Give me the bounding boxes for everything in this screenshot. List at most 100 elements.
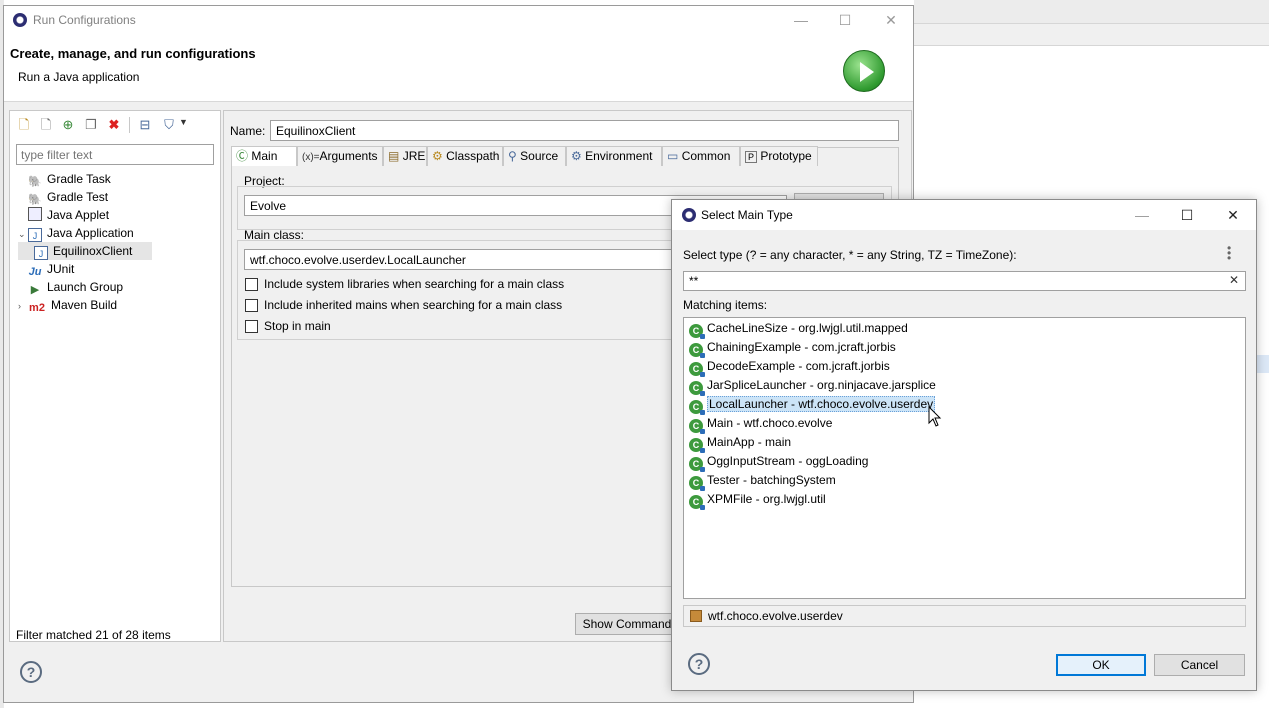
filter-input[interactable] bbox=[16, 144, 214, 165]
run-icon bbox=[843, 50, 885, 92]
window-title: Run Configurations bbox=[33, 13, 136, 27]
configuration-tree-panel: 🗋 🗋 ⊕ ❐ ✖ ⊟ ⛉ ▼ 🐘 Gradle Task 🐘 Gradle Tes… bbox=[9, 110, 221, 642]
ok-button[interactable]: OK bbox=[1056, 654, 1146, 676]
tree-item-java-applet[interactable]: Java Applet bbox=[18, 206, 218, 224]
class-icon: C bbox=[689, 362, 705, 377]
tree-item-equilinoxclient[interactable]: J EquilinoxClient bbox=[18, 242, 152, 260]
common-tab-icon: ▭ bbox=[667, 149, 679, 163]
minimize-button[interactable]: — bbox=[786, 6, 816, 34]
list-item[interactable]: C CacheLineSize - org.lwjgl.util.mapped bbox=[685, 319, 1240, 339]
list-item-selected[interactable]: C LocalLauncher - wtf.choco.evolve.userde… bbox=[685, 395, 1240, 415]
list-item[interactable]: C ChainingExample - com.jcraft.jorbis bbox=[685, 338, 1240, 358]
tree-item-label: JUnit bbox=[47, 262, 75, 276]
launch-group-icon: ▶ bbox=[30, 284, 40, 296]
tab-main[interactable]: Ⓒ Main bbox=[231, 146, 297, 166]
checkbox-label: Include inherited mains when searching f… bbox=[264, 298, 563, 312]
header-subtitle: Run a Java application bbox=[18, 70, 140, 84]
list-item[interactable]: C Main - wtf.choco.evolve bbox=[685, 414, 1240, 434]
delete-icon[interactable]: ✖ bbox=[106, 117, 122, 133]
class-icon: C bbox=[689, 438, 705, 453]
list-item[interactable]: C Tester - batchingSystem bbox=[685, 471, 1240, 491]
help-icon[interactable]: ? bbox=[688, 653, 710, 675]
checkbox-label: Include system libraries when searching … bbox=[264, 277, 565, 291]
tab-environment[interactable]: ⚙ Environment bbox=[566, 146, 662, 166]
help-icon[interactable]: ? bbox=[20, 661, 42, 683]
tree-item-label: Gradle Test bbox=[47, 190, 109, 204]
class-icon: C bbox=[689, 400, 705, 415]
background-tabbar bbox=[914, 24, 1269, 46]
dialog-header: Create, manage, and run configurations R… bbox=[4, 34, 913, 102]
tab-arguments[interactable]: (x)=Arguments bbox=[297, 146, 383, 166]
list-item[interactable]: C OggInputStream - oggLoading bbox=[685, 452, 1240, 472]
tab-classpath[interactable]: ⚙ Classpath bbox=[427, 146, 503, 166]
expand-chevron-icon[interactable]: › bbox=[18, 297, 28, 315]
tree-item-maven-build[interactable]: › m2 Maven Build bbox=[18, 296, 218, 314]
tab-label: Classpath bbox=[446, 149, 500, 163]
checkbox-label: Stop in main bbox=[264, 319, 331, 333]
header-title: Create, manage, and run configurations bbox=[10, 46, 256, 61]
list-item[interactable]: C DecodeExample - com.jcraft.jorbis bbox=[685, 357, 1240, 377]
tree-item-label: Maven Build bbox=[51, 298, 118, 312]
class-icon: C bbox=[689, 324, 705, 339]
maximize-button[interactable]: ☐ bbox=[1172, 201, 1202, 229]
list-item-label: CacheLineSize - org.lwjgl.util.mapped bbox=[707, 321, 908, 335]
tab-common[interactable]: ▭ Common bbox=[662, 146, 740, 166]
include-inherited-mains-checkbox[interactable] bbox=[245, 299, 258, 312]
package-name: wtf.choco.evolve.userdev bbox=[708, 609, 843, 623]
minimize-button[interactable]: — bbox=[1127, 201, 1157, 229]
include-system-libraries-checkbox[interactable] bbox=[245, 278, 258, 291]
list-item[interactable]: C MainApp - main bbox=[685, 433, 1240, 453]
tab-jre[interactable]: ▤ JRE bbox=[383, 146, 427, 166]
configuration-tree: 🐘 Gradle Task 🐘 Gradle Test Java Applet ⌄ J… bbox=[18, 170, 218, 314]
close-button[interactable]: ✕ bbox=[1218, 201, 1248, 229]
java-app-icon: J bbox=[34, 246, 48, 260]
tree-item-gradle-task[interactable]: 🐘 Gradle Task bbox=[18, 170, 218, 188]
matching-items-list[interactable]: C CacheLineSize - org.lwjgl.util.mapped C… bbox=[683, 317, 1246, 599]
tree-item-java-application[interactable]: ⌄ J Java Application bbox=[18, 224, 218, 242]
new-prototype-icon[interactable]: 🗋 bbox=[38, 117, 54, 133]
list-item[interactable]: C JarSpliceLauncher - org.ninjacave.jarsp… bbox=[685, 376, 1240, 396]
tree-item-label: Gradle Task bbox=[47, 172, 111, 186]
background-toolbar bbox=[914, 0, 1269, 24]
view-menu-icon[interactable]: • • • bbox=[1227, 242, 1231, 264]
list-item-label: LocalLauncher - wtf.choco.evolve.userdev bbox=[707, 396, 936, 412]
environment-tab-icon: ⚙ bbox=[571, 149, 582, 163]
maximize-button[interactable]: ☐ bbox=[830, 6, 860, 34]
tab-label: Environment bbox=[585, 149, 653, 163]
list-item-label: OggInputStream - oggLoading bbox=[707, 454, 869, 468]
tree-item-launch-group[interactable]: ▶ Launch Group bbox=[18, 278, 218, 296]
class-icon: C bbox=[689, 343, 705, 358]
list-item-label: Tester - batchingSystem bbox=[707, 473, 836, 487]
collapse-all-icon[interactable]: ⊟ bbox=[137, 117, 153, 133]
list-item[interactable]: C XPMFile - org.lwjgl.util bbox=[685, 490, 1240, 510]
filter-menu-chevron-icon[interactable]: ▼ bbox=[179, 117, 188, 127]
duplicate-icon[interactable]: ❐ bbox=[83, 117, 99, 133]
tree-item-gradle-test[interactable]: 🐘 Gradle Test bbox=[18, 188, 218, 206]
tab-label: JRE bbox=[402, 149, 426, 163]
junit-icon: Ju bbox=[28, 266, 42, 278]
expand-chevron-icon[interactable]: ⌄ bbox=[18, 225, 28, 243]
stop-in-main-checkbox[interactable] bbox=[245, 320, 258, 333]
tree-item-junit[interactable]: Ju JUnit bbox=[18, 260, 218, 278]
name-field[interactable]: EquilinoxClient bbox=[270, 120, 899, 141]
close-button[interactable]: ✕ bbox=[876, 6, 906, 34]
type-search-input[interactable]: ** bbox=[683, 271, 1246, 291]
select-type-prompt: Select type (? = any character, * = any … bbox=[683, 248, 1017, 262]
new-configuration-icon[interactable]: 🗋 bbox=[16, 117, 32, 133]
tab-prototype[interactable]: P Prototype bbox=[740, 146, 818, 166]
tab-source[interactable]: ⚲ Source bbox=[503, 146, 566, 166]
cancel-button[interactable]: Cancel bbox=[1154, 654, 1245, 676]
filter-icon[interactable]: ⛉ bbox=[161, 117, 177, 133]
list-item-label: JarSpliceLauncher - org.ninjacave.jarspl… bbox=[707, 378, 936, 392]
gradle-icon: 🐘 bbox=[28, 176, 42, 188]
select-main-type-dialog: Select Main Type — ☐ ✕ Select type (? = … bbox=[671, 199, 1257, 691]
mouse-cursor-icon bbox=[928, 406, 942, 427]
list-item-label: DecodeExample - com.jcraft.jorbis bbox=[707, 359, 890, 373]
export-configuration-icon[interactable]: ⊕ bbox=[60, 117, 76, 133]
tab-label: Common bbox=[681, 149, 731, 163]
class-icon: C bbox=[689, 381, 705, 396]
tree-item-label: Java Applet bbox=[47, 208, 110, 222]
dialog-title: Select Main Type bbox=[701, 208, 793, 222]
class-icon: C bbox=[689, 495, 705, 510]
clear-search-icon[interactable]: ✕ bbox=[1229, 273, 1239, 287]
